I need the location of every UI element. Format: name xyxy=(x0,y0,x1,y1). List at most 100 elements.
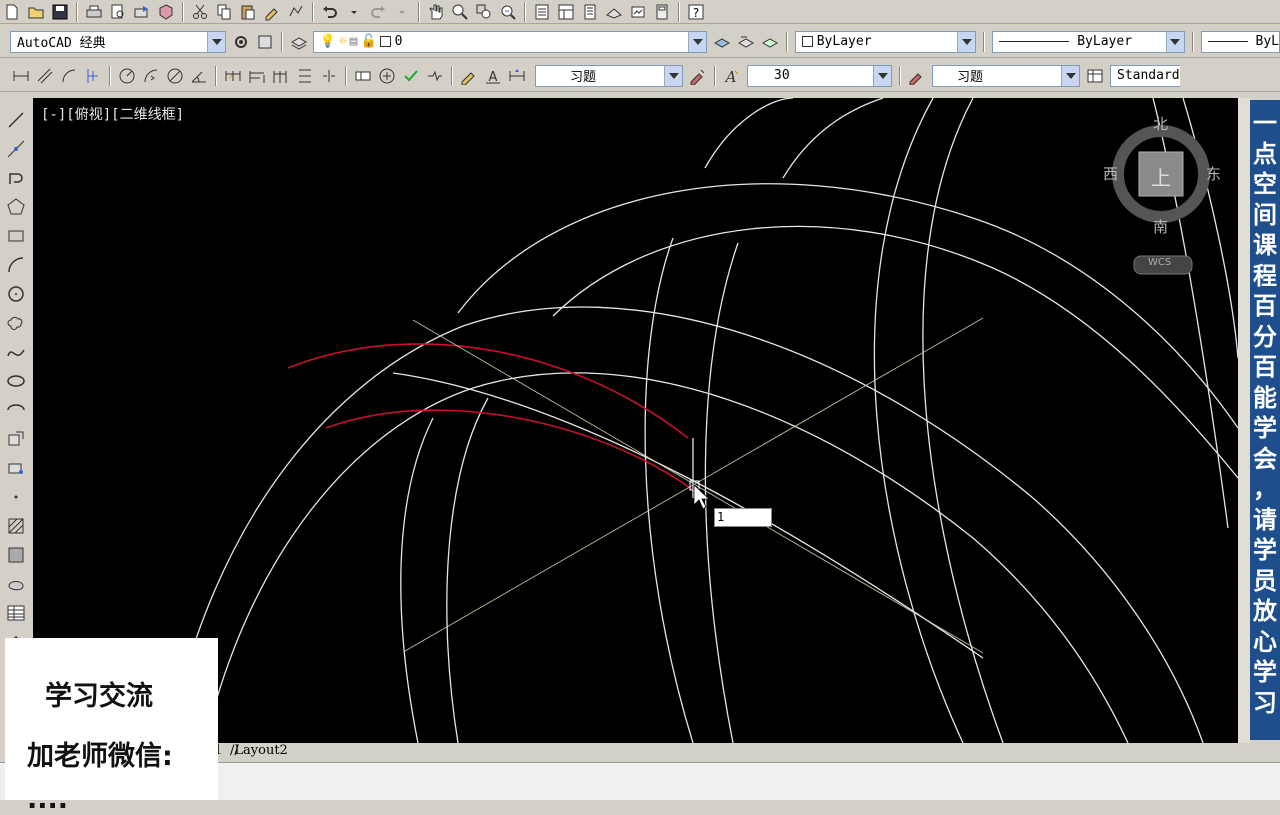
chevron-down-icon[interactable] xyxy=(207,31,226,52)
text-style-manager-icon[interactable] xyxy=(906,66,928,86)
zoom-realtime-icon[interactable] xyxy=(449,2,471,22)
design-center-icon[interactable] xyxy=(555,2,577,22)
continue-dimension-icon[interactable] xyxy=(270,66,292,86)
text-height-dropdown[interactable]: 30 xyxy=(747,64,892,87)
viewcube-west-label[interactable]: 西 xyxy=(1103,163,1118,184)
print-icon[interactable] xyxy=(83,2,105,22)
ellipse-icon[interactable] xyxy=(3,370,29,393)
tolerance-icon[interactable] xyxy=(352,66,374,86)
color-dropdown[interactable]: ByLayer xyxy=(794,30,977,53)
make-current-layer-icon[interactable] xyxy=(711,32,733,52)
print-preview-icon[interactable] xyxy=(107,2,129,22)
dimension-text-edit-icon[interactable]: A xyxy=(482,66,504,86)
redo-dropdown-icon[interactable] xyxy=(391,2,413,22)
ellipse-arc-icon[interactable] xyxy=(3,399,29,422)
new-file-icon[interactable] xyxy=(1,2,23,22)
chevron-down-icon[interactable] xyxy=(957,31,976,52)
gradient-icon[interactable] xyxy=(3,543,29,566)
chevron-down-icon[interactable] xyxy=(873,65,891,86)
tool-palettes-icon[interactable] xyxy=(579,2,601,22)
calculator-icon[interactable] xyxy=(651,2,673,22)
markup-icon[interactable] xyxy=(627,2,649,22)
hatch-icon[interactable] xyxy=(3,514,29,537)
match-properties-icon[interactable] xyxy=(261,2,283,22)
point-icon[interactable] xyxy=(3,485,29,508)
linear-dimension-icon[interactable] xyxy=(10,66,32,86)
inspect-dimension-icon[interactable] xyxy=(400,66,422,86)
make-block-icon[interactable] xyxy=(3,456,29,479)
dimension-edit-icon[interactable] xyxy=(458,66,480,86)
dynamic-input-field[interactable]: 1 xyxy=(714,508,772,527)
open-folder-icon[interactable] xyxy=(25,2,47,22)
layer-state-icon[interactable] xyxy=(759,32,781,52)
layer-previous-icon[interactable] xyxy=(735,32,757,52)
copy-icon[interactable] xyxy=(213,2,235,22)
ucs-menu[interactable]: WCS xyxy=(1148,257,1171,268)
textstyle-dropdown[interactable]: 习题 xyxy=(932,64,1080,87)
lineweight-dropdown[interactable]: ByL xyxy=(1200,30,1280,53)
spline-icon[interactable] xyxy=(3,341,29,364)
insert-block-icon[interactable] xyxy=(3,427,29,450)
undo-icon[interactable] xyxy=(319,2,341,22)
3d-publish-icon[interactable] xyxy=(155,2,177,22)
chevron-down-icon[interactable] xyxy=(664,65,682,86)
viewcube-east-label[interactable]: 东 xyxy=(1206,163,1221,184)
chevron-down-icon[interactable] xyxy=(1165,31,1184,52)
line-icon[interactable] xyxy=(3,109,29,132)
text-style-icon[interactable]: A xyxy=(721,66,743,86)
help-icon[interactable]: ? xyxy=(685,2,707,22)
radius-dimension-icon[interactable] xyxy=(116,66,138,86)
dimension-style-manager-icon[interactable] xyxy=(687,66,709,86)
table-icon[interactable] xyxy=(3,601,29,624)
dimension-space-icon[interactable] xyxy=(294,66,316,86)
chevron-down-icon[interactable] xyxy=(1061,65,1079,86)
rectangle-icon[interactable] xyxy=(3,225,29,248)
table-style-icon[interactable] xyxy=(1084,66,1106,86)
workspace-dropdown[interactable]: AutoCAD 经典 xyxy=(10,30,227,53)
dimension-style-dropdown[interactable]: 习题 xyxy=(535,64,683,87)
polygon-icon[interactable] xyxy=(3,196,29,219)
viewcube-south-label[interactable]: 南 xyxy=(1153,216,1168,237)
dimension-update-icon[interactable] xyxy=(506,66,528,86)
block-editor-icon[interactable] xyxy=(285,2,307,22)
center-mark-icon[interactable] xyxy=(376,66,398,86)
redo-icon[interactable] xyxy=(367,2,389,22)
pan-icon[interactable] xyxy=(425,2,447,22)
diameter-dimension-icon[interactable] xyxy=(164,66,186,86)
ordinate-dimension-icon[interactable] xyxy=(82,66,104,86)
construction-line-icon[interactable] xyxy=(3,138,29,161)
baseline-dimension-icon[interactable] xyxy=(246,66,268,86)
revision-cloud-icon[interactable] xyxy=(3,312,29,335)
viewcube[interactable]: 北 南 东 西 上 WCS xyxy=(1103,108,1233,283)
layer-properties-icon[interactable] xyxy=(288,32,310,52)
undo-dropdown-icon[interactable] xyxy=(343,2,365,22)
properties-icon[interactable] xyxy=(531,2,553,22)
sheet-set-icon[interactable] xyxy=(603,2,625,22)
polyline-icon[interactable] xyxy=(3,167,29,190)
table-style-dropdown[interactable]: Standard xyxy=(1110,64,1180,87)
viewport-controls-label[interactable]: [-][俯视][二维线框] xyxy=(41,104,184,124)
cut-icon[interactable] xyxy=(189,2,211,22)
circle-icon[interactable] xyxy=(3,283,29,306)
region-icon[interactable] xyxy=(3,572,29,595)
linetype-dropdown[interactable]: ByLayer xyxy=(992,30,1185,53)
chevron-down-icon[interactable] xyxy=(688,31,707,52)
viewcube-top-face[interactable]: 上 xyxy=(1151,162,1171,191)
jogged-dimension-icon[interactable] xyxy=(140,66,162,86)
zoom-window-icon[interactable] xyxy=(473,2,495,22)
dimension-break-icon[interactable] xyxy=(318,66,340,86)
zoom-previous-icon[interactable] xyxy=(497,2,519,22)
layer-dropdown[interactable]: 💡 ☼ ▤ 🔓 0 xyxy=(312,30,708,53)
arc-length-icon[interactable] xyxy=(58,66,80,86)
publish-icon[interactable] xyxy=(131,2,153,22)
jogged-linear-icon[interactable] xyxy=(424,66,446,86)
quick-dimension-icon[interactable] xyxy=(222,66,244,86)
angular-dimension-icon[interactable] xyxy=(188,66,210,86)
workspace-settings-icon[interactable] xyxy=(230,32,252,52)
paste-icon[interactable] xyxy=(237,2,259,22)
save-icon[interactable] xyxy=(49,2,71,22)
tab-layout2[interactable]: / Layout2/ xyxy=(230,743,288,758)
arc-icon[interactable] xyxy=(3,254,29,277)
vertical-scrollbar[interactable] xyxy=(1238,98,1250,743)
workspace-customize-icon[interactable] xyxy=(254,32,276,52)
